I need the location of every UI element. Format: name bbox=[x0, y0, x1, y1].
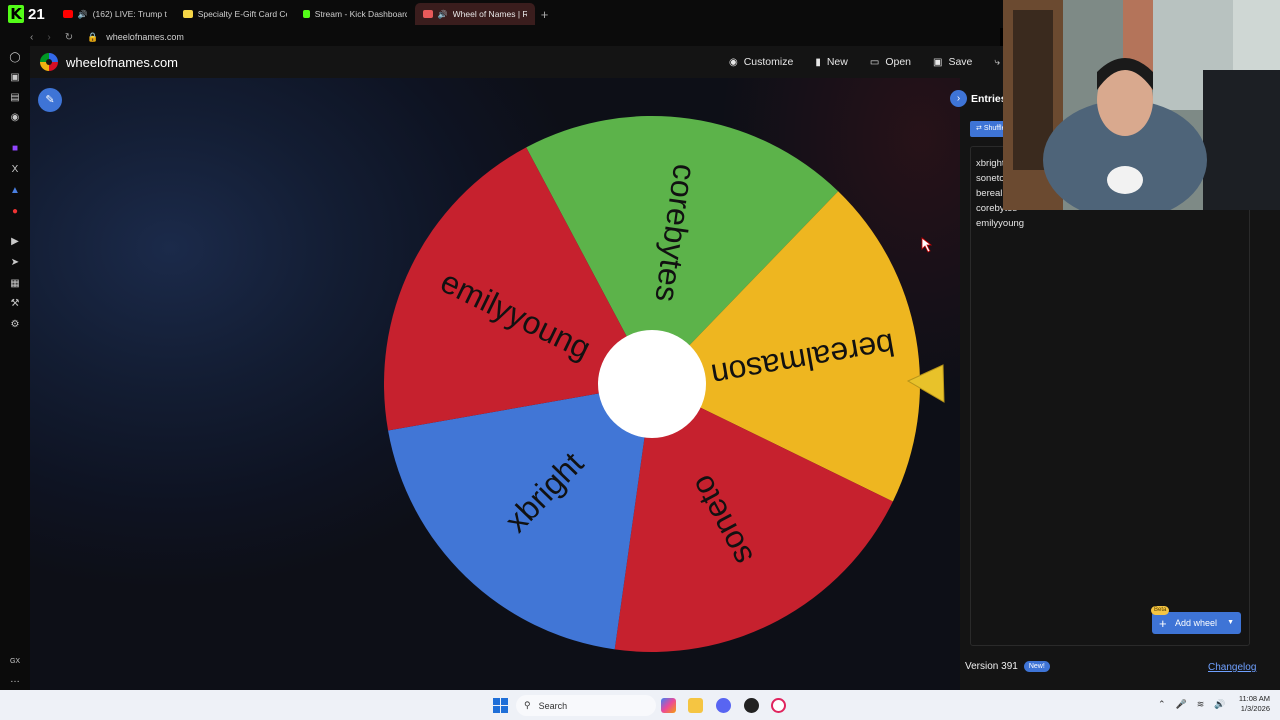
add-wheel-label: Add wheel bbox=[1175, 618, 1218, 628]
wheel-center[interactable] bbox=[598, 330, 706, 438]
entry-line: xbright bbox=[976, 158, 1005, 169]
screen: K 21 🔊 (162) LIVE: Trump to h Specialty … bbox=[0, 0, 1280, 720]
pencil-icon[interactable]: ✎ bbox=[38, 88, 62, 112]
new-badge[interactable]: New! bbox=[1023, 661, 1050, 672]
webcam-overlay bbox=[1003, 0, 1280, 210]
entries-title: Entries bbox=[971, 92, 1007, 105]
changelog-link[interactable]: Changelog bbox=[1208, 662, 1256, 673]
plus-icon: + bbox=[1159, 615, 1167, 631]
version-text: Version 391 bbox=[965, 661, 1018, 672]
shuffle-icon: ⇄ bbox=[976, 125, 982, 132]
beta-badge: Beta bbox=[1151, 606, 1170, 615]
chevron-down-icon[interactable]: ▼ bbox=[1227, 619, 1234, 626]
entries-header[interactable]: › Entries bbox=[950, 90, 1007, 107]
entry-line: soneto bbox=[976, 173, 1005, 184]
webcam-picture bbox=[1003, 0, 1280, 210]
mouse-cursor-icon bbox=[921, 237, 933, 253]
chevron-right-icon[interactable]: › bbox=[950, 90, 967, 107]
entry-line: emilyyoung bbox=[976, 218, 1025, 229]
version-info: Version 391 New! bbox=[965, 661, 1050, 672]
add-wheel-button[interactable]: + Add wheel ▼ bbox=[1152, 612, 1241, 634]
